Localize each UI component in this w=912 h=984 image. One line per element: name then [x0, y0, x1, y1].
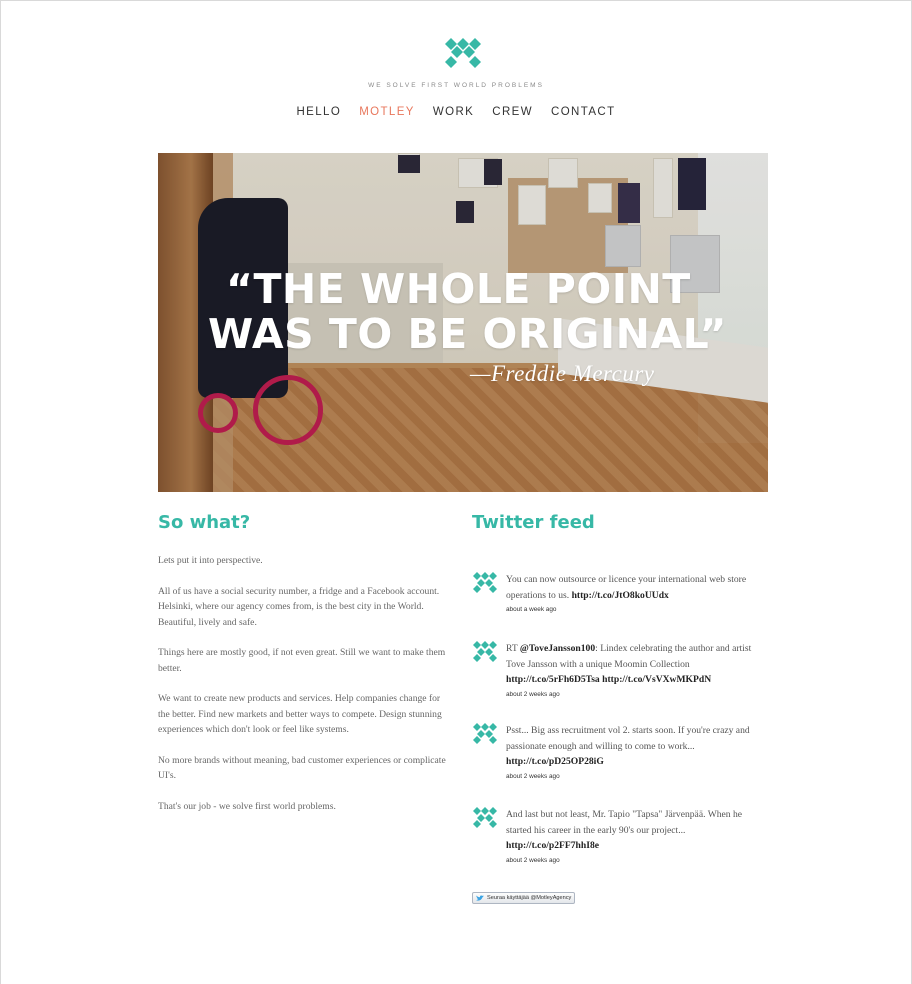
page-frame	[0, 0, 912, 984]
follow-label: Seuraa käyttäjää @MotleyAgency	[487, 895, 572, 901]
tweet-time[interactable]: about a week ago	[506, 605, 766, 615]
quote-line-1: “THE WHOLE POINT	[226, 265, 691, 313]
twitter-heading: Twitter feed	[472, 512, 595, 533]
motley-logo-icon	[473, 723, 497, 744]
twitter-bird-icon	[476, 894, 484, 901]
tweet-text: RT @ToveJansson100: Lindex celebrating t…	[506, 641, 766, 700]
about-paragraph: All of us have a social security number,…	[158, 585, 440, 628]
about-paragraph: Things here are mostly good, if not even…	[158, 647, 446, 674]
tweet-body: And last but not least, Mr. Tapio "Tapsa…	[506, 809, 743, 836]
hero-image: “THE WHOLE POINT WAS TO BE ORIGINAL” —Fr…	[158, 153, 768, 492]
tweet-time[interactable]: about 2 weeks ago	[506, 690, 766, 700]
quote-line-2: WAS TO BE ORIGINAL”	[208, 310, 727, 358]
main-nav: HELLO MOTLEY WORK CREW CONTACT	[0, 106, 912, 118]
tweet-link[interactable]: http://t.co/pD25OP28iG	[506, 756, 604, 767]
tweet-time[interactable]: about 2 weeks ago	[506, 856, 766, 866]
about-paragraph: That's our job - we solve first world pr…	[158, 800, 336, 812]
tagline: WE SOLVE FIRST WORLD PROBLEMS	[368, 82, 544, 89]
tweet-time[interactable]: about 2 weeks ago	[506, 772, 766, 782]
tweet-link[interactable]: http://t.co/JtO8koUUdx	[572, 590, 669, 601]
nav-hello[interactable]: HELLO	[296, 106, 341, 118]
tweet-text: You can now outsource or licence your in…	[506, 572, 766, 615]
about-heading: So what?	[158, 512, 251, 533]
about-section: So what? Lets put it into perspective. A…	[158, 512, 448, 829]
motley-logo-icon	[473, 641, 497, 662]
nav-work[interactable]: WORK	[433, 106, 474, 118]
quote-author: —Freddie Mercury	[470, 361, 655, 386]
twitter-section: Twitter feed You can now outsource or li…	[472, 512, 772, 864]
nav-crew[interactable]: CREW	[492, 106, 533, 118]
motley-logo-icon	[473, 807, 497, 828]
about-paragraph: No more brands without meaning, bad cust…	[158, 754, 446, 782]
tweet-link[interactable]: http://t.co/VsVXwMKPdN	[602, 674, 711, 685]
tweet-mention[interactable]: @ToveJansson100	[520, 643, 595, 654]
tweet-text: Psst... Big ass recruitment vol 2. start…	[506, 723, 766, 782]
tweet-body: Psst... Big ass recruitment vol 2. start…	[506, 725, 750, 752]
about-paragraph: Lets put it into perspective.	[158, 555, 263, 566]
twitter-follow-button[interactable]: Seuraa käyttäjää @MotleyAgency	[472, 892, 576, 904]
tweet-link[interactable]: http://t.co/5rFh6D5Tsa	[506, 674, 600, 685]
tweet-text: And last but not least, Mr. Tapio "Tapsa…	[506, 807, 766, 866]
motley-logo-icon	[473, 572, 497, 593]
tweet-prefix: RT	[506, 643, 520, 654]
tweet-link[interactable]: http://t.co/p2FF7hhI8e	[506, 840, 599, 851]
nav-contact[interactable]: CONTACT	[551, 106, 616, 118]
nav-motley[interactable]: MOTLEY	[359, 106, 415, 118]
motley-logo-icon[interactable]	[445, 38, 481, 70]
about-paragraph: We want to create new products and servi…	[158, 693, 442, 735]
